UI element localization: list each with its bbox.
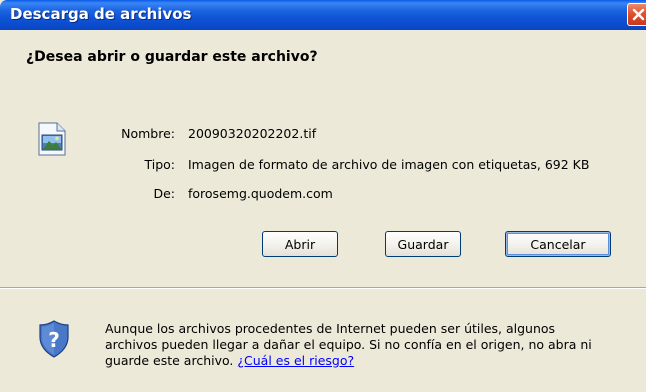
save-button[interactable]: Guardar: [385, 231, 461, 257]
cancel-button[interactable]: Cancelar: [505, 231, 611, 257]
window-title: Descarga de archivos: [10, 5, 192, 23]
divider-highlight: [0, 288, 646, 289]
security-warning: Aunque los archivos procedentes de Inter…: [105, 321, 605, 369]
close-button[interactable]: [627, 3, 646, 26]
close-icon: [632, 8, 645, 21]
file-type-label: Tipo:: [144, 157, 175, 172]
shield-question-icon: ?: [39, 320, 69, 358]
open-button[interactable]: Abrir: [262, 231, 338, 257]
file-name: 20090320202202.tif: [188, 126, 317, 141]
file-source-label: De:: [153, 186, 175, 201]
title-bar[interactable]: Descarga de archivos: [0, 0, 646, 30]
risk-link[interactable]: ¿Cuál es el riesgo?: [237, 353, 354, 368]
dialog-question: ¿Desea abrir o guardar este archivo?: [26, 49, 318, 65]
file-source: forosemg.quodem.com: [188, 186, 333, 201]
svg-text:?: ?: [48, 328, 60, 352]
file-name-label: Nombre:: [121, 126, 175, 141]
file-type: Imagen de formato de archivo de imagen c…: [188, 157, 590, 172]
